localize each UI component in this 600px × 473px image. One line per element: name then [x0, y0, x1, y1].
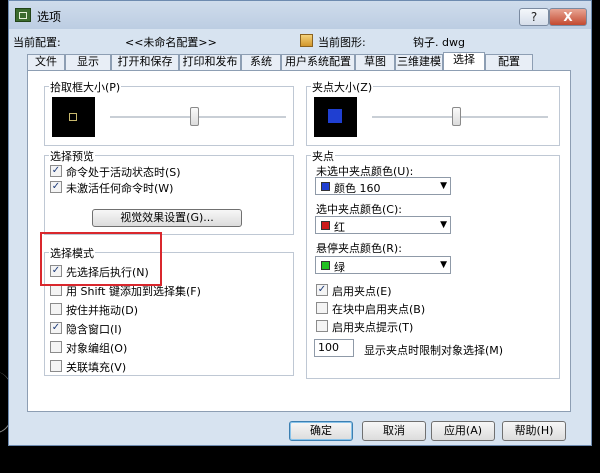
grips-in-blocks-checkbox[interactable] — [316, 302, 328, 314]
close-button[interactable]: X — [549, 8, 587, 26]
autocad-app-icon — [15, 8, 31, 22]
pickbox-label: 拾取框大小(P) — [49, 79, 122, 95]
object-grouping-checkbox[interactable] — [50, 341, 62, 353]
hover-grip-color-swatch — [321, 261, 330, 270]
preview-active-command-label: 命令处于活动状态时(S) — [66, 166, 181, 179]
press-and-drag-checkbox[interactable] — [50, 303, 62, 315]
grip-tips-checkbox[interactable] — [316, 320, 328, 332]
hover-grip-color-label: 悬停夹点颜色(R): — [316, 242, 402, 255]
current-drawing-value: 钩子. dwg — [413, 36, 465, 49]
press-and-drag-label: 按住并拖动(D) — [66, 304, 139, 317]
ok-button[interactable]: 确定 — [289, 421, 353, 441]
grip-size-label: 夹点大小(Z) — [311, 79, 374, 95]
associative-hatch-checkbox[interactable] — [50, 360, 62, 372]
associative-hatch-label: 关联填充(V) — [66, 361, 127, 374]
unselected-grip-color-value: 颜色 160 — [334, 182, 381, 195]
implied-windowing-checkbox[interactable]: ✓ — [50, 322, 62, 334]
grip-size-preview — [314, 97, 357, 137]
tab-3d-modeling[interactable]: 三维建模 — [395, 54, 443, 70]
tab-drafting[interactable]: 草图 — [355, 54, 395, 70]
visual-effects-settings-button[interactable]: 视觉效果设置(G)... — [92, 209, 242, 227]
selected-grip-color-select[interactable]: 红 ▼ — [315, 216, 451, 234]
selected-grip-color-swatch — [321, 221, 330, 230]
help-title-button[interactable]: ? — [519, 8, 549, 26]
selected-grip-color-label: 选中夹点颜色(C): — [316, 203, 402, 216]
dialog-title: 选项 — [37, 10, 62, 24]
unselected-grip-color-select[interactable]: 颜色 160 ▼ — [315, 177, 451, 195]
object-grouping-label: 对象编组(O) — [66, 342, 128, 355]
selection-preview-label: 选择预览 — [49, 148, 95, 164]
title-bar[interactable]: 选项 ? X — [9, 1, 591, 29]
pickbox-square-icon — [69, 113, 77, 121]
tab-files[interactable]: 文件 — [27, 54, 65, 70]
chevron-down-icon: ▼ — [440, 220, 447, 230]
current-profile-label: 当前配置: — [13, 36, 61, 49]
implied-windowing-label: 隐含窗口(I) — [66, 323, 122, 336]
unselected-grip-color-swatch — [321, 182, 330, 191]
tab-user-preferences[interactable]: 用户系统配置 — [281, 54, 355, 70]
drawing-icon — [300, 34, 313, 47]
grip-tips-label: 启用夹点提示(T) — [332, 321, 414, 334]
grip-object-limit-label: 显示夹点时限制对象选择(M) — [364, 344, 504, 357]
enable-grips-checkbox[interactable]: ✓ — [316, 284, 328, 296]
tab-display[interactable]: 显示 — [65, 54, 111, 70]
preview-no-command-checkbox[interactable]: ✓ — [50, 181, 62, 193]
highlight-annotation-box — [40, 232, 162, 286]
grip-square-icon — [328, 109, 342, 123]
cancel-button[interactable]: 取消 — [362, 421, 426, 441]
tab-system[interactable]: 系统 — [241, 54, 281, 70]
apply-button[interactable]: 应用(A) — [431, 421, 495, 441]
grip-object-limit-input[interactable]: 100 — [314, 339, 354, 357]
grips-in-blocks-label: 在块中启用夹点(B) — [332, 303, 426, 316]
tab-open-save[interactable]: 打开和保存 — [111, 54, 179, 70]
hover-grip-color-value: 绿 — [334, 261, 345, 274]
grip-size-slider-thumb[interactable] — [452, 107, 462, 126]
preview-active-command-checkbox[interactable]: ✓ — [50, 165, 62, 177]
pickbox-slider-thumb[interactable] — [190, 107, 200, 126]
hover-grip-color-select[interactable]: 绿 ▼ — [315, 256, 451, 274]
grips-label: 夹点 — [311, 148, 335, 164]
pickbox-preview — [52, 97, 95, 137]
tab-plot-publish[interactable]: 打印和发布 — [179, 54, 241, 70]
tab-selection[interactable]: 选择 — [443, 52, 485, 70]
chevron-down-icon: ▼ — [440, 260, 447, 270]
tab-strip: 文件 显示 打开和保存 打印和发布 系统 用户系统配置 草图 三维建模 选择 配… — [27, 52, 587, 71]
selected-grip-color-value: 红 — [334, 221, 345, 234]
enable-grips-label: 启用夹点(E) — [332, 285, 392, 298]
chevron-down-icon: ▼ — [440, 181, 447, 191]
current-drawing-label: 当前图形: — [318, 36, 366, 49]
current-profile-value: <<未命名配置>> — [125, 36, 217, 49]
preview-no-command-label: 未激活任何命令时(W) — [66, 182, 174, 195]
tab-profiles[interactable]: 配置 — [485, 54, 533, 70]
help-button[interactable]: 帮助(H) — [502, 421, 566, 441]
